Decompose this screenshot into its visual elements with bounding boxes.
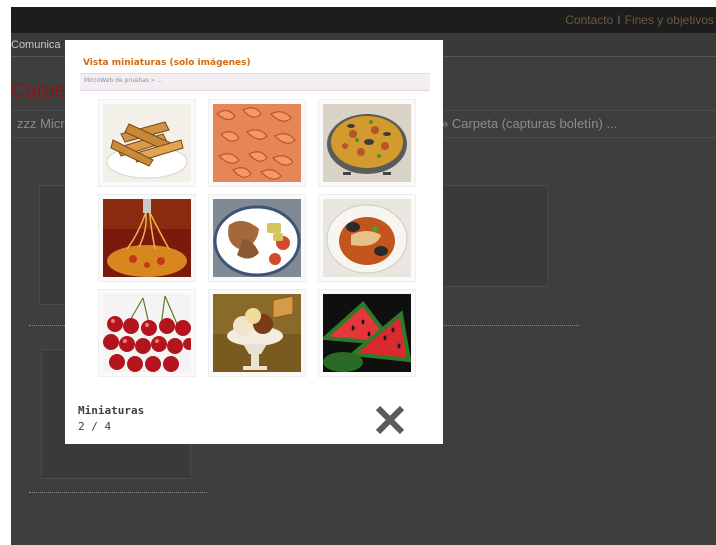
page-title: Carpe: [11, 80, 66, 102]
watermelon-photo: [323, 294, 411, 372]
breadcrumb-left[interactable]: zzz Micr: [17, 116, 65, 131]
close-icon: [375, 405, 405, 435]
top-nav: Contacto I Fines y objetivos: [565, 13, 714, 27]
breadcrumb-right[interactable]: » Carpeta (capturas boletín) ...: [441, 116, 617, 131]
thumbnail-ice-cream[interactable]: [208, 289, 306, 377]
modal-breadcrumb-bar: MicroWeb de pruebas » ...: [80, 73, 430, 91]
ice-cream-photo: [213, 294, 301, 372]
nav-link-contacto[interactable]: Contacto: [565, 13, 613, 27]
thumbnail-fish-soup[interactable]: [318, 194, 416, 282]
doc-preview-left: [39, 185, 67, 305]
modal-header: Vista miniaturas (solo imágenes) MicroWe…: [80, 57, 430, 91]
thumbnail-watermelon[interactable]: [318, 289, 416, 377]
thumbnail-shrimp[interactable]: [208, 99, 306, 187]
paella-photo: [323, 104, 411, 182]
thumbnail-grid: [98, 99, 428, 429]
thumbnail-churros[interactable]: [98, 99, 196, 187]
modal-title: Vista miniaturas (solo imágenes): [83, 58, 251, 68]
nav-separator: I: [617, 13, 621, 27]
footer-label: Miniaturas: [78, 404, 145, 417]
shrimp-photo: [213, 104, 301, 182]
divider-bottom: [29, 492, 207, 493]
thumbnail-spaghetti[interactable]: [98, 194, 196, 282]
page-counter: 2 / 4: [78, 420, 112, 433]
thumbnail-paella[interactable]: [318, 99, 416, 187]
roast-chicken-photo: [213, 199, 301, 277]
modal-footer: Miniaturas 2 / 4: [78, 404, 430, 440]
fish-soup-photo: [323, 199, 411, 277]
top-bar: Contacto I Fines y objetivos: [11, 7, 716, 33]
churros-photo: [103, 104, 191, 182]
thumbnail-cherries[interactable]: [98, 289, 196, 377]
doc-preview-right: [438, 185, 548, 287]
thumbnail-chicken[interactable]: [208, 194, 306, 282]
thumbnail-modal: Vista miniaturas (solo imágenes) MicroWe…: [65, 40, 443, 444]
spaghetti-photo: [103, 199, 191, 277]
cherries-photo: [103, 294, 191, 372]
nav-link-fines[interactable]: Fines y objetivos: [625, 13, 714, 27]
modal-breadcrumb[interactable]: MicroWeb de pruebas » ...: [84, 77, 162, 84]
sub-nav-item[interactable]: Comunica: [11, 39, 61, 51]
close-button[interactable]: [372, 402, 408, 438]
